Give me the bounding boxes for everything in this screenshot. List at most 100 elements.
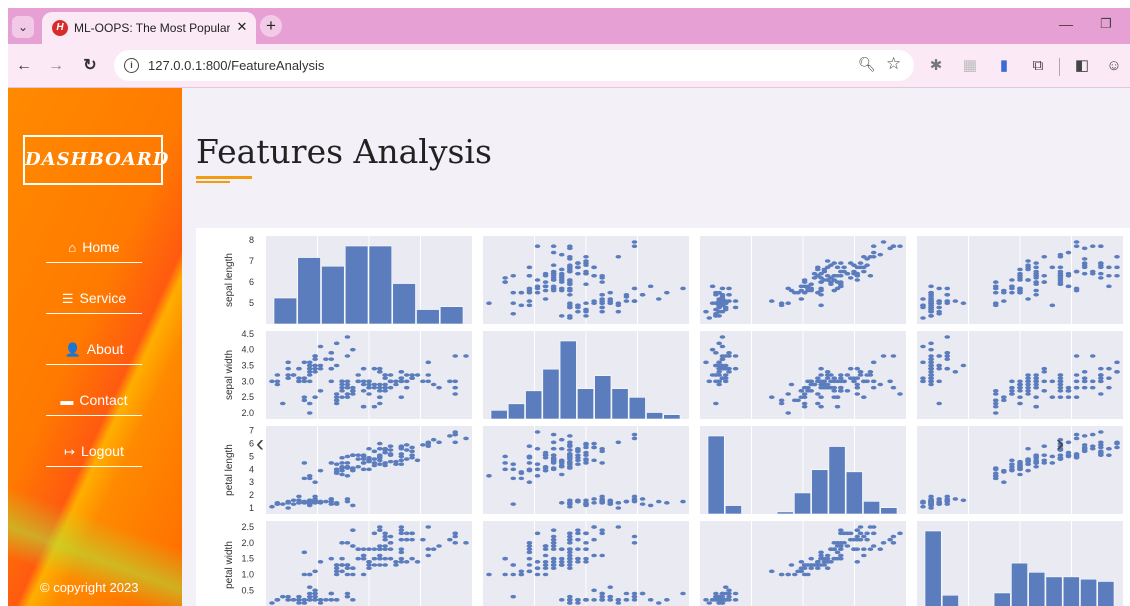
scatter-point — [713, 591, 719, 596]
scatter-point — [1106, 453, 1112, 457]
scatter-point — [936, 501, 942, 505]
scatter-point — [567, 541, 573, 545]
scatter-point — [716, 341, 722, 346]
scatter-point — [550, 273, 557, 278]
scatter-point — [510, 273, 517, 278]
scatter-point — [713, 401, 719, 406]
carousel-prev-icon[interactable]: ‹ — [256, 430, 264, 458]
sidebar-item-logout[interactable]: ↦ Logout — [46, 435, 142, 467]
scatter-point — [296, 366, 302, 371]
scatter-point — [877, 252, 884, 257]
scatter-point — [306, 598, 313, 602]
scatter-point — [1065, 389, 1072, 393]
scatter-point — [425, 444, 432, 448]
bookmark-star-icon[interactable]: ☆ — [886, 54, 901, 74]
profile-avatar-icon[interactable]: ☺ — [1104, 56, 1124, 76]
scatter-point — [518, 303, 525, 308]
back-arrow-icon[interactable]: ← — [12, 54, 36, 78]
scatter-point — [1057, 271, 1064, 276]
address-bar[interactable]: i 127.0.0.1:800/FeatureAnalysis 🔍︎ ☆ — [114, 50, 914, 81]
scatter-point — [1041, 379, 1048, 384]
scatter-point — [857, 373, 864, 377]
scatter-point — [722, 354, 729, 358]
side-panel-icon[interactable]: ◧ — [1072, 56, 1092, 76]
scatter-point — [550, 537, 557, 542]
scatter-point — [936, 301, 942, 306]
new-tab-button[interactable]: + — [260, 15, 282, 37]
dashboard-logo[interactable]: DASHBOARD — [23, 135, 168, 185]
axis-label: sepal width — [224, 350, 235, 400]
scatter-point — [1081, 379, 1088, 384]
tab-bar: ⌄ H ML-OOPS: The Most Popular V ✕ + — ❐ — [8, 8, 1130, 44]
forward-arrow-icon[interactable]: → — [44, 54, 68, 78]
scatter-point — [828, 280, 834, 284]
window-restore-icon[interactable]: ❐ — [1096, 14, 1116, 34]
zoom-icon[interactable]: 🔍︎ — [858, 56, 876, 73]
scatter-point — [814, 401, 821, 406]
scatter-point — [1057, 382, 1064, 387]
scatter-point — [542, 544, 549, 548]
scatter-point — [1081, 370, 1088, 374]
scatter-point — [716, 373, 722, 377]
tab-close-icon[interactable]: ✕ — [234, 18, 250, 36]
scatter-point — [575, 458, 581, 463]
scatter-point — [1114, 254, 1120, 259]
scatter-point — [518, 290, 525, 295]
scatter-point — [890, 385, 897, 390]
scatter-point — [285, 594, 291, 599]
scatter-point — [387, 556, 394, 561]
scatter-point — [920, 360, 926, 365]
site-info-icon[interactable]: i — [124, 58, 139, 73]
histogram-bar — [577, 388, 594, 420]
scatter-point — [452, 440, 459, 445]
scatter-point — [567, 292, 573, 297]
copyright-text: © copyright 2023 — [40, 580, 139, 595]
scatter-point — [928, 379, 934, 384]
scatter-point — [838, 373, 844, 377]
extension-document-icon[interactable]: ▮ — [994, 56, 1014, 76]
scatter-point — [344, 563, 351, 567]
scatter-point — [398, 550, 405, 555]
tick-label: 2.0 — [241, 408, 254, 418]
tab-search-chevron-icon[interactable]: ⌄ — [12, 16, 34, 38]
scatter-point — [713, 314, 719, 318]
scatter-point — [1049, 461, 1056, 465]
scatter-point — [631, 594, 638, 599]
scatter-point — [575, 462, 581, 467]
scatter-point — [722, 585, 729, 589]
reload-icon[interactable]: ↻ — [78, 54, 102, 78]
scatter-point — [403, 379, 410, 384]
extension-grid-icon[interactable]: ▦ — [960, 56, 980, 76]
scatter-point — [414, 560, 421, 564]
url-text[interactable]: 127.0.0.1:800/FeatureAnalysis — [148, 58, 324, 73]
scatter-point — [798, 297, 805, 301]
scatter-point — [452, 379, 459, 384]
sidebar-item-about[interactable]: 👤 About — [46, 333, 142, 365]
extension-bug-icon[interactable]: ✱ — [926, 56, 946, 76]
browser-tab[interactable]: H ML-OOPS: The Most Popular V ✕ — [42, 12, 256, 44]
scatter-point — [591, 497, 597, 501]
sidebar-item-service[interactable]: ☰ Service — [46, 282, 142, 314]
scatter-point — [323, 499, 329, 504]
scatter-point — [360, 553, 367, 558]
scatter-point — [360, 572, 367, 577]
scatter-point — [312, 357, 318, 361]
scatter-point — [376, 528, 383, 532]
scatter-point — [567, 305, 573, 310]
extensions-puzzle-icon[interactable]: ⧉ — [1028, 56, 1048, 76]
scatter-point — [1057, 389, 1064, 393]
scatter-point — [928, 382, 934, 387]
scatter-point — [944, 499, 951, 504]
sidebar-item-contact[interactable]: ▬ Contact — [46, 384, 142, 416]
window-minimize-icon[interactable]: — — [1056, 14, 1076, 34]
scatter-point — [550, 446, 557, 451]
scatter-point — [550, 528, 557, 532]
scatter-point — [360, 382, 367, 387]
carousel-next-icon[interactable]: › — [1056, 430, 1064, 458]
scatter-point — [1041, 366, 1048, 371]
scatter-point — [867, 370, 874, 374]
sidebar-item-home[interactable]: ⌂ Home — [46, 231, 142, 263]
scatter-point — [534, 560, 541, 564]
scatter-point — [583, 254, 589, 259]
scatter-point — [328, 379, 335, 384]
